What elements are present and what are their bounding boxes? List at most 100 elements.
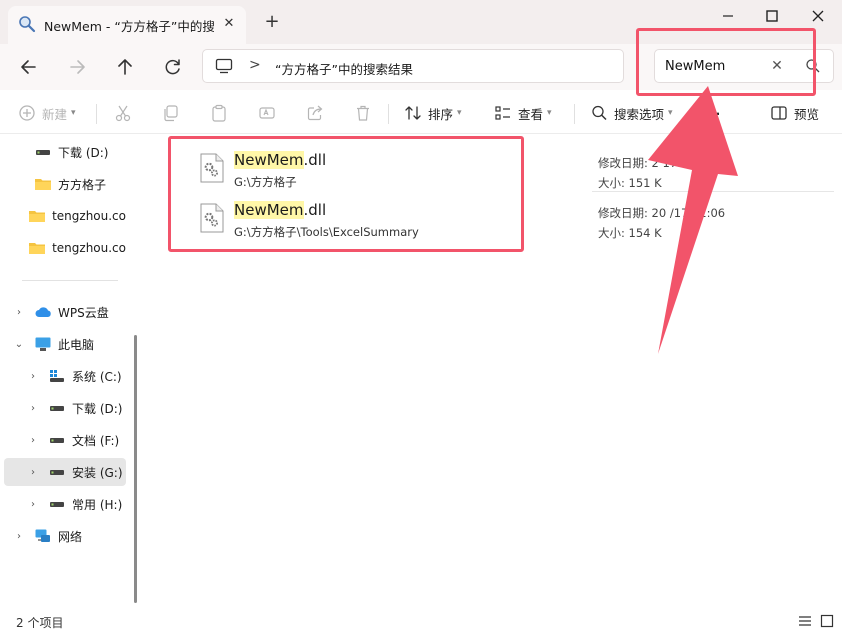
sidebar-item-label: 方方格子 bbox=[58, 177, 107, 192]
copy-icon bbox=[164, 105, 178, 122]
sidebar-item-label: 文档 (F:) bbox=[72, 433, 120, 448]
item-count: 2 个项目 bbox=[16, 616, 64, 630]
computer-icon bbox=[215, 58, 233, 74]
network-icon bbox=[35, 529, 50, 542]
chevron-down-icon[interactable]: ⌄ bbox=[12, 339, 26, 350]
minimize-button[interactable] bbox=[708, 4, 748, 28]
sidebar-item-label: tengzhou.co bbox=[52, 241, 126, 255]
toolbar-divider bbox=[574, 104, 575, 124]
toolbar-divider bbox=[388, 104, 389, 124]
drive-icon bbox=[50, 470, 64, 475]
chevron-right-icon[interactable]: › bbox=[26, 371, 40, 382]
sidebar-scrollbar[interactable] bbox=[134, 335, 137, 603]
sidebar-item-label: 网络 bbox=[58, 529, 83, 544]
plus-circle-icon bbox=[19, 105, 35, 121]
folder-icon bbox=[29, 243, 46, 254]
sidebar-item-tengzhou-2[interactable]: tengzhou.co bbox=[4, 234, 126, 262]
sidebar-item-wps-cloud[interactable]: › WPS云盘 bbox=[4, 298, 126, 326]
scissors-icon bbox=[115, 105, 131, 122]
sidebar-divider bbox=[22, 280, 118, 281]
sidebar-item-fangfanggezi[interactable]: 方方格子 bbox=[4, 170, 126, 198]
sidebar-item-tengzhou-1[interactable]: tengzhou.co bbox=[4, 202, 126, 230]
cloud-icon bbox=[35, 307, 51, 317]
windows-drive-icon bbox=[50, 370, 64, 382]
chevron-right-icon[interactable]: › bbox=[12, 307, 26, 318]
sidebar-item-system-drive[interactable]: › 系统 (C:) bbox=[4, 362, 126, 390]
sort-label: 排序 bbox=[428, 106, 454, 122]
chevron-right-icon[interactable]: › bbox=[26, 499, 40, 510]
tab-title: NewMem - “方方格子”中的搜索 bbox=[44, 19, 214, 34]
chevron-down-icon: ▾ bbox=[547, 108, 552, 118]
share-icon bbox=[307, 105, 323, 121]
cut-button[interactable] bbox=[114, 101, 132, 125]
sort-button[interactable]: 排序 ▾ bbox=[404, 101, 462, 125]
annotation-box-results bbox=[168, 136, 524, 252]
sidebar-item-label: WPS云盘 bbox=[58, 305, 109, 320]
chevron-down-icon: ▾ bbox=[457, 108, 462, 118]
sidebar-item-install-g[interactable]: › 安装 (G:) bbox=[4, 458, 126, 486]
view-label: 查看 bbox=[518, 106, 544, 122]
folder-icon bbox=[35, 179, 51, 190]
breadcrumb-separator: > bbox=[249, 57, 261, 73]
drive-icon bbox=[36, 150, 50, 155]
active-tab[interactable]: NewMem - “方方格子”中的搜索 ✕ bbox=[8, 6, 246, 44]
tiles-view-icon[interactable] bbox=[820, 614, 834, 628]
back-button[interactable] bbox=[14, 52, 44, 82]
sidebar-item-this-pc[interactable]: ⌄ 此电脑 bbox=[4, 330, 126, 358]
pc-icon bbox=[35, 337, 51, 351]
sidebar-item-documents-f[interactable]: › 文档 (F:) bbox=[4, 426, 126, 454]
rename-button[interactable] bbox=[258, 101, 276, 125]
address-bar[interactable]: > “方方格子”中的搜索结果 bbox=[202, 49, 624, 83]
clipboard-icon bbox=[212, 104, 226, 122]
annotation-arrow-icon bbox=[648, 86, 738, 354]
sidebar-item-download-d[interactable]: › 下载 (D:) bbox=[4, 394, 126, 422]
preview-pane-button[interactable]: 预览 bbox=[770, 101, 819, 125]
new-button[interactable]: 新建 ▾ bbox=[18, 101, 76, 125]
drive-icon bbox=[50, 438, 64, 443]
chevron-down-icon: ▾ bbox=[71, 108, 76, 118]
rename-icon bbox=[259, 107, 275, 119]
view-button[interactable]: 查看 ▾ bbox=[494, 101, 552, 125]
chevron-right-icon[interactable]: › bbox=[26, 403, 40, 414]
sidebar-item-common-h[interactable]: › 常用 (H:) bbox=[4, 490, 126, 518]
status-bar: 2 个项目 bbox=[0, 610, 842, 634]
toolbar-divider bbox=[96, 104, 97, 124]
close-window-button[interactable] bbox=[798, 4, 838, 28]
copy-button[interactable] bbox=[162, 101, 180, 125]
sidebar-item-label: tengzhou.co bbox=[52, 209, 126, 223]
sidebar-item-label: 下载 (D:) bbox=[72, 401, 123, 416]
chevron-right-icon[interactable]: › bbox=[26, 467, 40, 478]
forward-button[interactable] bbox=[62, 52, 92, 82]
drive-icon bbox=[50, 502, 64, 507]
breadcrumb-path[interactable]: “方方格子”中的搜索结果 bbox=[275, 59, 413, 78]
tab-close-button[interactable]: ✕ bbox=[218, 13, 240, 35]
chevron-right-icon[interactable]: › bbox=[12, 531, 26, 542]
new-tab-button[interactable]: + bbox=[262, 12, 282, 32]
sidebar-item-network[interactable]: › 网络 bbox=[4, 522, 126, 550]
search-options-icon bbox=[592, 105, 607, 121]
search-icon bbox=[19, 16, 36, 33]
new-button-label: 新建 bbox=[42, 106, 68, 122]
sidebar-item-label: 常用 (H:) bbox=[72, 497, 123, 512]
details-view-icon[interactable] bbox=[798, 614, 812, 628]
maximize-button[interactable] bbox=[752, 4, 792, 28]
sidebar-item-download-drive[interactable]: 下载 (D:) bbox=[4, 138, 126, 166]
chevron-right-icon[interactable]: › bbox=[26, 435, 40, 446]
sidebar-item-label: 系统 (C:) bbox=[72, 369, 122, 384]
view-list-icon bbox=[495, 106, 510, 120]
delete-button[interactable] bbox=[354, 101, 372, 125]
trash-icon bbox=[357, 105, 369, 121]
paste-button[interactable] bbox=[210, 101, 228, 125]
sidebar-item-label: 此电脑 bbox=[58, 337, 95, 352]
sort-icon bbox=[405, 106, 421, 120]
share-button[interactable] bbox=[306, 101, 324, 125]
drive-icon bbox=[50, 406, 64, 411]
sidebar-item-label: 安装 (G:) bbox=[72, 465, 123, 480]
up-button[interactable] bbox=[110, 52, 140, 82]
navigation-pane: 下载 (D:) 方方格子 tengzhou.co tengzhou.co › W… bbox=[0, 135, 140, 610]
sidebar-item-label: 下载 (D:) bbox=[58, 145, 109, 160]
preview-label: 预览 bbox=[794, 106, 820, 122]
preview-pane-icon bbox=[771, 106, 787, 120]
refresh-button[interactable] bbox=[158, 52, 188, 82]
folder-icon bbox=[29, 211, 46, 222]
